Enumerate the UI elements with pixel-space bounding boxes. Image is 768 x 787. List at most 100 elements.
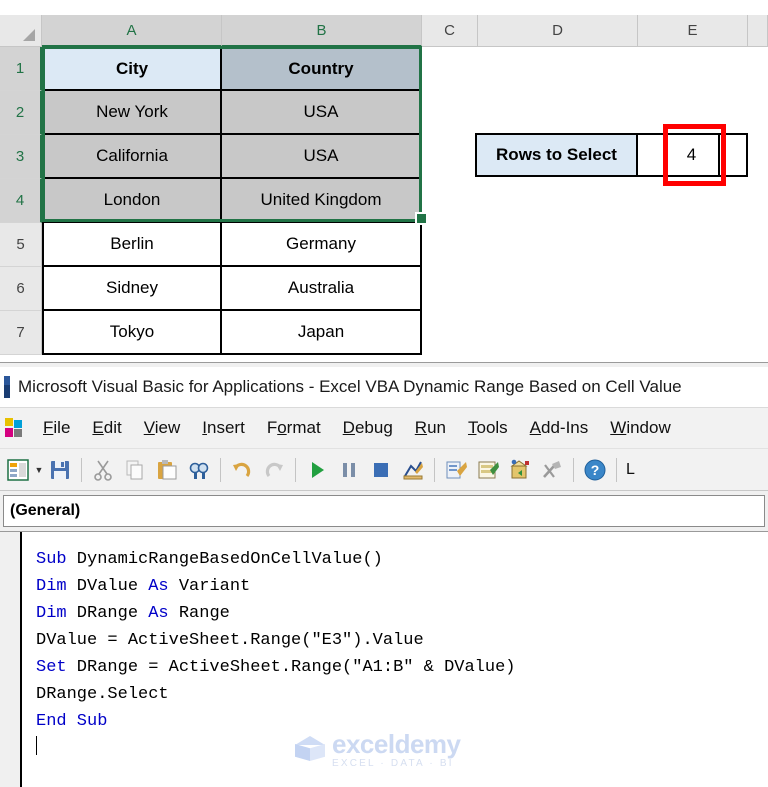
- cell-b7[interactable]: Japan: [222, 311, 422, 355]
- cell-a2[interactable]: New York: [42, 91, 222, 135]
- toolbox-icon[interactable]: [537, 455, 567, 485]
- code-token: Range: [168, 604, 230, 623]
- rows-to-select-value[interactable]: 4: [665, 133, 720, 177]
- cell-b3[interactable]: USA: [222, 135, 422, 179]
- cell-b6[interactable]: Australia: [222, 267, 422, 311]
- svg-text:?: ?: [591, 462, 600, 478]
- column-header-a[interactable]: A: [42, 15, 222, 47]
- cell-b2[interactable]: USA: [222, 91, 422, 135]
- grid-row-5: Berlin Germany: [42, 223, 768, 267]
- code-keyword: Dim: [36, 577, 67, 596]
- row-header-column: 1 2 3 4 5 6 7: [0, 47, 42, 355]
- menu-item-edit[interactable]: Edit: [81, 414, 132, 442]
- menu-item-view[interactable]: View: [133, 414, 192, 442]
- code-line: Dim DRange As Range: [36, 600, 768, 627]
- code-line: Sub DynamicRangeBasedOnCellValue(): [36, 546, 768, 573]
- break-icon[interactable]: [334, 455, 364, 485]
- row-header-1[interactable]: 1: [0, 47, 42, 91]
- code-token: DRange.Select: [36, 685, 169, 704]
- rows-to-select-label: Rows to Select: [475, 133, 638, 177]
- column-header-d[interactable]: D: [478, 15, 638, 47]
- text-caret: [36, 736, 37, 755]
- code-token: DRange = ActiveSheet.Range("A1:B" & DVal…: [66, 658, 516, 677]
- vba-title-bar: Microsoft Visual Basic for Applications …: [0, 367, 768, 407]
- row-header-3[interactable]: 3: [0, 135, 42, 179]
- object-combo-box[interactable]: (General): [3, 495, 765, 527]
- vba-code-text[interactable]: Sub DynamicRangeBasedOnCellValue() Dim DV…: [22, 532, 768, 787]
- cell-a3[interactable]: California: [42, 135, 222, 179]
- cell-a4[interactable]: London: [42, 179, 222, 223]
- code-keyword: As: [148, 604, 169, 623]
- column-header-c[interactable]: C: [422, 15, 478, 47]
- vba-object-selector-bar: (General): [0, 491, 768, 531]
- vba-window-title: Microsoft Visual Basic for Applications …: [18, 377, 682, 396]
- code-token: Variant: [168, 577, 251, 596]
- copy-icon[interactable]: [120, 455, 150, 485]
- project-explorer-icon[interactable]: [441, 455, 471, 485]
- menu-item-add-ins[interactable]: Add-Ins: [519, 414, 600, 442]
- menu-item-run[interactable]: Run: [404, 414, 457, 442]
- vba-project-icon: [2, 415, 28, 441]
- help-icon[interactable]: ?: [580, 455, 610, 485]
- cell-a5[interactable]: Berlin: [42, 223, 222, 267]
- code-line: Set DRange = ActiveSheet.Range("A1:B" & …: [36, 654, 768, 681]
- vba-menu-bar: File Edit View Insert Format Debug Run T…: [0, 407, 768, 448]
- grid-row-6: Sidney Australia: [42, 267, 768, 311]
- menu-item-file[interactable]: File: [32, 414, 81, 442]
- menu-item-tools[interactable]: Tools: [457, 414, 519, 442]
- dropdown-caret-icon[interactable]: ▼: [34, 458, 44, 482]
- code-line: End Sub: [36, 708, 768, 735]
- object-browser-icon[interactable]: [505, 455, 535, 485]
- fill-handle[interactable]: [415, 212, 428, 225]
- toolbar-separator: [295, 457, 296, 482]
- properties-window-icon[interactable]: [473, 455, 503, 485]
- code-line: DValue = ActiveSheet.Range("E3").Value: [36, 627, 768, 654]
- toolbar-separator: [573, 457, 574, 482]
- select-all-corner-button[interactable]: [0, 15, 42, 47]
- cell-b5[interactable]: Germany: [222, 223, 422, 267]
- menu-item-format[interactable]: Format: [256, 414, 332, 442]
- grid-row-7: Tokyo Japan: [42, 311, 768, 355]
- cell-a1[interactable]: City: [42, 47, 222, 91]
- cell-a6[interactable]: Sidney: [42, 267, 222, 311]
- vba-code-editor[interactable]: Sub DynamicRangeBasedOnCellValue() Dim DV…: [0, 531, 768, 787]
- code-keyword: End Sub: [36, 712, 108, 731]
- toolbar-separator: [616, 457, 617, 482]
- code-token: DValue = ActiveSheet.Range("E3").Value: [36, 631, 424, 650]
- paste-icon[interactable]: [152, 455, 182, 485]
- cell-b1[interactable]: Country: [222, 47, 422, 91]
- design-mode-icon[interactable]: [398, 455, 428, 485]
- vba-standard-toolbar: ▼ ? L: [0, 448, 768, 491]
- run-sub-icon[interactable]: [302, 455, 332, 485]
- toolbar-separator: [220, 457, 221, 482]
- row-header-6[interactable]: 6: [0, 267, 42, 311]
- grid-row-2: New York USA: [42, 91, 768, 135]
- vba-application-icon: [4, 376, 10, 398]
- redo-icon[interactable]: [259, 455, 289, 485]
- cut-icon[interactable]: [88, 455, 118, 485]
- row-header-5[interactable]: 5: [0, 223, 42, 267]
- code-keyword: As: [148, 577, 169, 596]
- column-header-row: A B C D E: [0, 15, 768, 47]
- view-microsoft-excel-icon[interactable]: [3, 455, 33, 485]
- reset-icon[interactable]: [366, 455, 396, 485]
- code-keyword: Sub: [36, 550, 67, 569]
- menu-item-window[interactable]: Window: [599, 414, 681, 442]
- row-header-2[interactable]: 2: [0, 91, 42, 135]
- menu-item-insert[interactable]: Insert: [191, 414, 256, 442]
- row-header-7[interactable]: 7: [0, 311, 42, 355]
- column-header-f[interactable]: [748, 15, 768, 47]
- find-icon[interactable]: [184, 455, 214, 485]
- code-token: DValue: [66, 577, 149, 596]
- code-margin-indicator-bar: [0, 532, 22, 787]
- column-header-b[interactable]: B: [222, 15, 422, 47]
- callout-spacer-cell: [638, 133, 665, 177]
- undo-icon[interactable]: [227, 455, 257, 485]
- column-header-e[interactable]: E: [638, 15, 748, 47]
- cell-b4[interactable]: United Kingdom: [222, 179, 422, 223]
- row-header-4[interactable]: 4: [0, 179, 42, 223]
- menu-item-debug[interactable]: Debug: [332, 414, 404, 442]
- cell-a7[interactable]: Tokyo: [42, 311, 222, 355]
- code-line: DRange.Select: [36, 681, 768, 708]
- save-icon[interactable]: [45, 455, 75, 485]
